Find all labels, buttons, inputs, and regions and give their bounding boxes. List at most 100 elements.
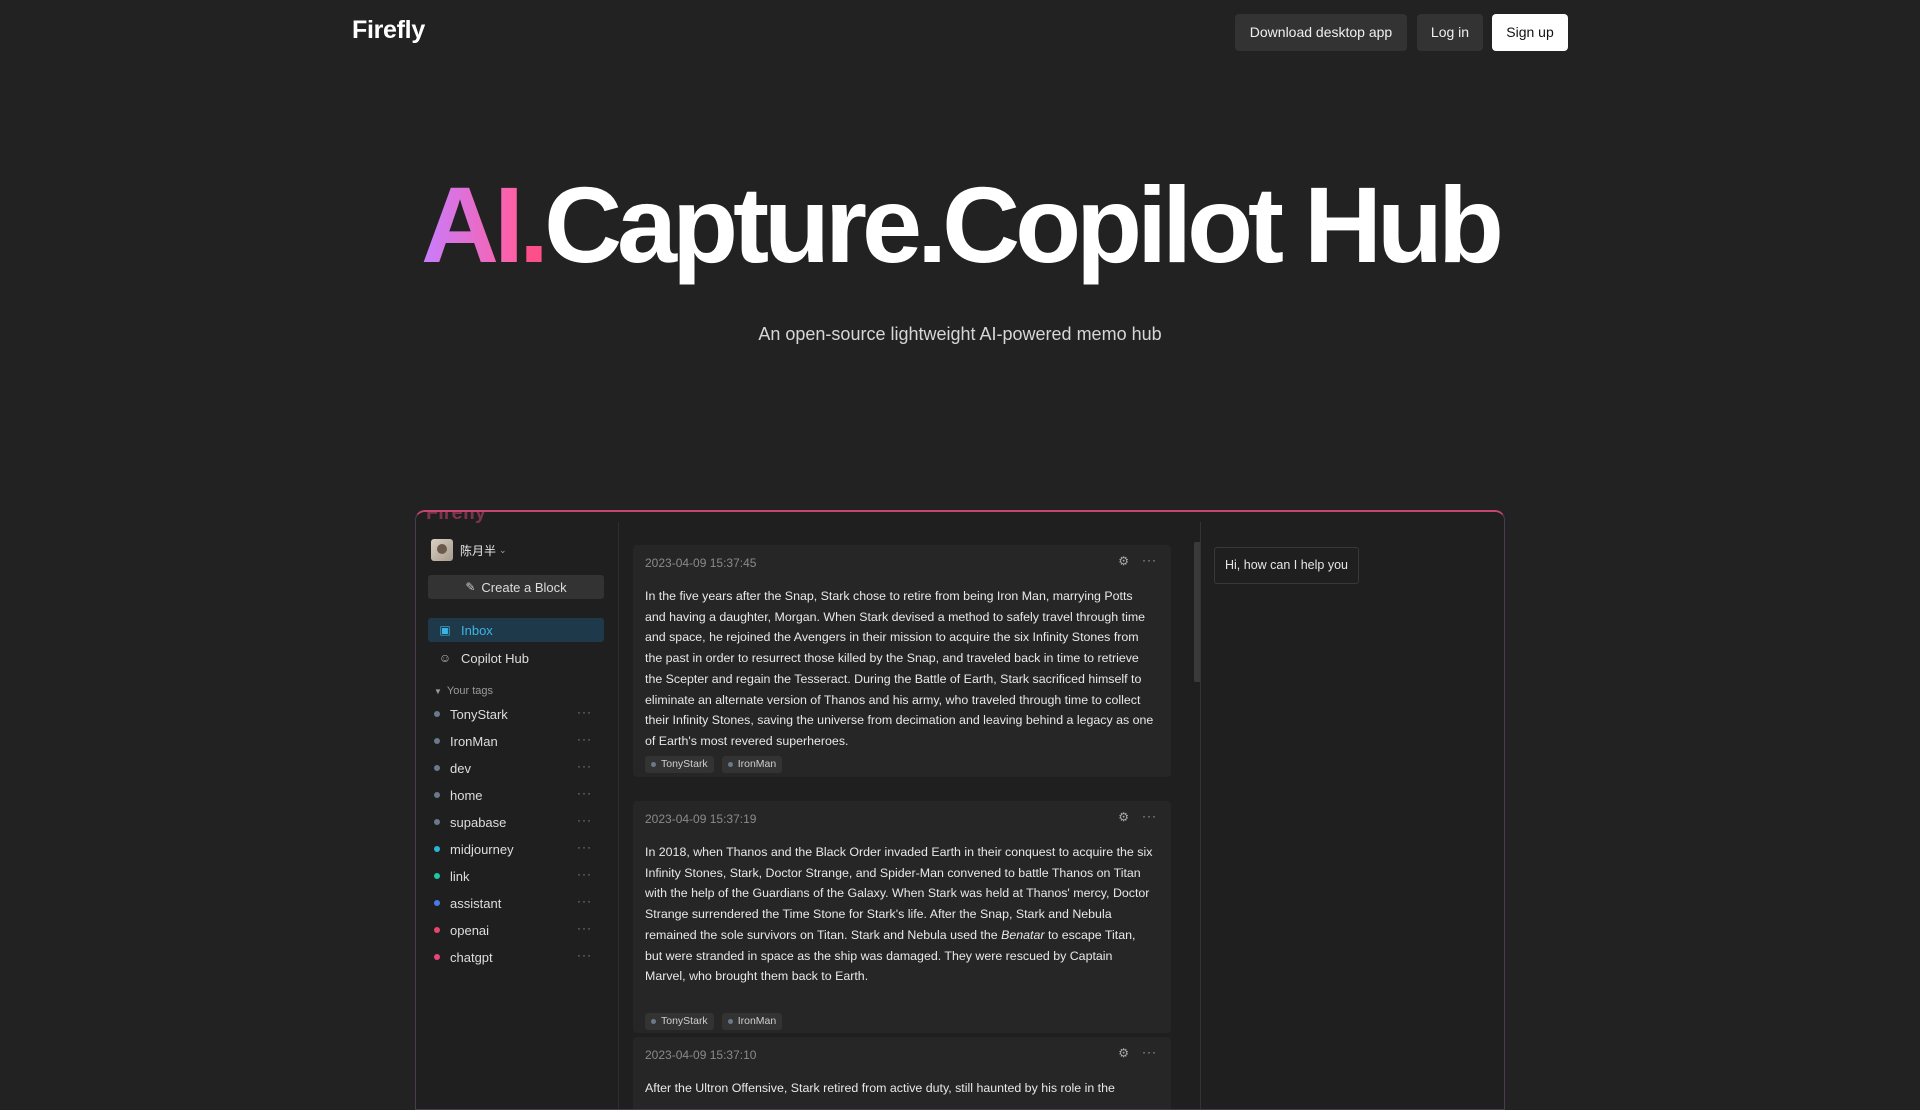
create-block-label: Create a Block	[481, 579, 567, 595]
memo-card: 2023-04-09 15:37:19 ⚙ ··· In 2018, when …	[633, 801, 1171, 1033]
more-icon[interactable]: ···	[1142, 1045, 1157, 1059]
sidebar-tag-item[interactable]: dev ···	[434, 758, 604, 778]
tag-chip[interactable]: IronMan	[721, 1013, 783, 1030]
panel-divider	[1200, 522, 1201, 1109]
sidebar-tag-label: chatgpt	[450, 949, 493, 965]
tag-chip-label: TonyStark	[661, 758, 708, 770]
avatar	[431, 539, 453, 561]
gear-icon[interactable]: ⚙	[1118, 1046, 1129, 1060]
more-icon[interactable]: ···	[577, 732, 592, 746]
sidebar-tag-item[interactable]: TonyStark ···	[434, 704, 604, 724]
tag-color-dot	[434, 846, 440, 852]
sidebar-item-inbox[interactable]: ▣ Inbox	[428, 618, 604, 642]
chevron-down-icon: ⌄	[499, 544, 507, 555]
tag-chip-label: TonyStark	[661, 1015, 708, 1027]
sidebar-tag-label: supabase	[450, 814, 507, 830]
more-icon[interactable]: ···	[1142, 809, 1157, 823]
chevron-down-icon: ▼	[434, 686, 442, 696]
hero-title-dot: .	[519, 164, 549, 285]
memo-card: 2023-04-09 15:37:45 ⚙ ··· In the five ye…	[633, 545, 1171, 777]
memo-feed: 2023-04-09 15:37:45 ⚙ ··· In the five ye…	[619, 522, 1201, 1109]
tag-color-dot	[434, 954, 440, 960]
more-icon[interactable]: ···	[577, 948, 592, 962]
more-icon[interactable]: ···	[577, 786, 592, 800]
hero-title-rest: Capture.Copilot Hub	[544, 164, 1504, 285]
user-menu[interactable]: 陈月半 ⌄	[431, 539, 507, 561]
memo-tags: TonyStark IronMan	[645, 1013, 790, 1030]
tags-header-label: Your tags	[446, 685, 493, 697]
hero-subtitle: An open-source lightweight AI-powered me…	[758, 324, 1162, 344]
more-icon[interactable]: ···	[577, 921, 592, 935]
sidebar-tag-item[interactable]: assistant ···	[434, 893, 604, 913]
tag-color-dot	[434, 738, 440, 744]
tag-chip[interactable]: IronMan	[721, 756, 783, 773]
sidebar-tag-item[interactable]: link ···	[434, 866, 604, 886]
sidebar-tag-item[interactable]: IronMan ···	[434, 731, 604, 751]
bot-icon: ☺	[438, 651, 452, 665]
sidebar-tag-item[interactable]: home ···	[434, 785, 604, 805]
hero-title: AI.Capture.Copilot Hub	[0, 165, 1920, 285]
tag-color-dot	[434, 792, 440, 798]
sidebar-tag-label: link	[450, 868, 470, 884]
signup-button[interactable]: Sign up	[1492, 14, 1568, 51]
memo-card: 2023-04-09 15:37:10 ⚙ ··· After the Ultr…	[633, 1037, 1171, 1109]
tag-chip[interactable]: TonyStark	[645, 756, 714, 773]
tag-color-dot	[434, 819, 440, 825]
more-icon[interactable]: ···	[577, 705, 592, 719]
memo-tags: TonyStark IronMan	[645, 756, 790, 773]
hero-title-ai: AI	[421, 164, 524, 285]
memo-body: In the five years after the Snap, Stark …	[645, 589, 1154, 748]
sidebar-item-label: Inbox	[461, 622, 493, 638]
sidebar-tag-item[interactable]: midjourney ···	[434, 839, 604, 859]
user-name: 陈月半	[460, 543, 497, 558]
sidebar-tag-label: dev	[450, 760, 471, 776]
brand-logo[interactable]: Firefly	[352, 16, 425, 45]
memo-body: After the Ultron Offensive, Stark retire…	[645, 1081, 1115, 1095]
tag-chip-label: IronMan	[737, 1015, 777, 1027]
download-desktop-app-button[interactable]: Download desktop app	[1235, 14, 1407, 51]
more-icon[interactable]: ···	[577, 867, 592, 881]
memo-timestamp: 2023-04-09 15:37:10	[645, 1048, 757, 1062]
sidebar-tag-item[interactable]: chatgpt ···	[434, 947, 604, 967]
sidebar-tag-item[interactable]: openai ···	[434, 920, 604, 940]
sidebar-tag-label: TonyStark	[450, 706, 508, 722]
more-icon[interactable]: ···	[1142, 553, 1157, 567]
sidebar-tag-item[interactable]: supabase ···	[434, 812, 604, 832]
sidebar-tag-label: IronMan	[450, 733, 498, 749]
tag-dot	[727, 1019, 733, 1024]
login-button[interactable]: Log in	[1417, 14, 1483, 51]
copilot-panel: Hi, how can I help you	[1202, 522, 1502, 1109]
memo-timestamp: 2023-04-09 15:37:45	[645, 556, 757, 570]
create-block-button[interactable]: ✎ Create a Block	[428, 575, 604, 599]
tags-section-toggle[interactable]: ▼ Your tags	[434, 685, 493, 697]
sidebar-tag-label: assistant	[450, 895, 502, 911]
memo-body: In 2018, when Thanos and the Black Order…	[645, 842, 1155, 987]
sidebar: 陈月半 ⌄ ✎ Create a Block ▣ Inbox ☺ Copilot…	[416, 522, 619, 1109]
tag-chip[interactable]: TonyStark	[645, 1013, 714, 1030]
sidebar-tag-label: home	[450, 787, 483, 803]
sidebar-item-copilot-hub[interactable]: ☺ Copilot Hub	[428, 646, 604, 670]
more-icon[interactable]: ···	[577, 759, 592, 773]
more-icon[interactable]: ···	[577, 813, 592, 827]
sidebar-tag-label: midjourney	[450, 841, 514, 857]
tag-color-dot	[434, 873, 440, 879]
tag-color-dot	[434, 927, 440, 933]
copilot-greeting-bubble: Hi, how can I help you	[1214, 547, 1359, 584]
memo-body-italic: Benatar	[1001, 927, 1045, 942]
sidebar-tag-label: openai	[450, 922, 490, 938]
tag-dot	[727, 762, 733, 767]
app-preview: Firefly 陈月半 ⌄ ✎ Create a Block ▣ Inbox ☺…	[415, 510, 1505, 1110]
tag-color-dot	[434, 900, 440, 906]
more-icon[interactable]: ···	[577, 840, 592, 854]
gear-icon[interactable]: ⚙	[1118, 554, 1129, 568]
sidebar-item-label: Copilot Hub	[461, 650, 529, 666]
tag-dot	[651, 762, 656, 767]
top-nav: Firefly Download desktop app Log in Sign…	[0, 0, 1920, 66]
preview-edge-glow	[1504, 532, 1505, 1092]
pencil-icon: ✎	[465, 580, 476, 594]
tag-color-dot	[434, 711, 440, 717]
inbox-icon: ▣	[439, 623, 451, 637]
gear-icon[interactable]: ⚙	[1118, 810, 1129, 824]
tag-color-dot	[434, 765, 440, 771]
more-icon[interactable]: ···	[577, 894, 592, 908]
